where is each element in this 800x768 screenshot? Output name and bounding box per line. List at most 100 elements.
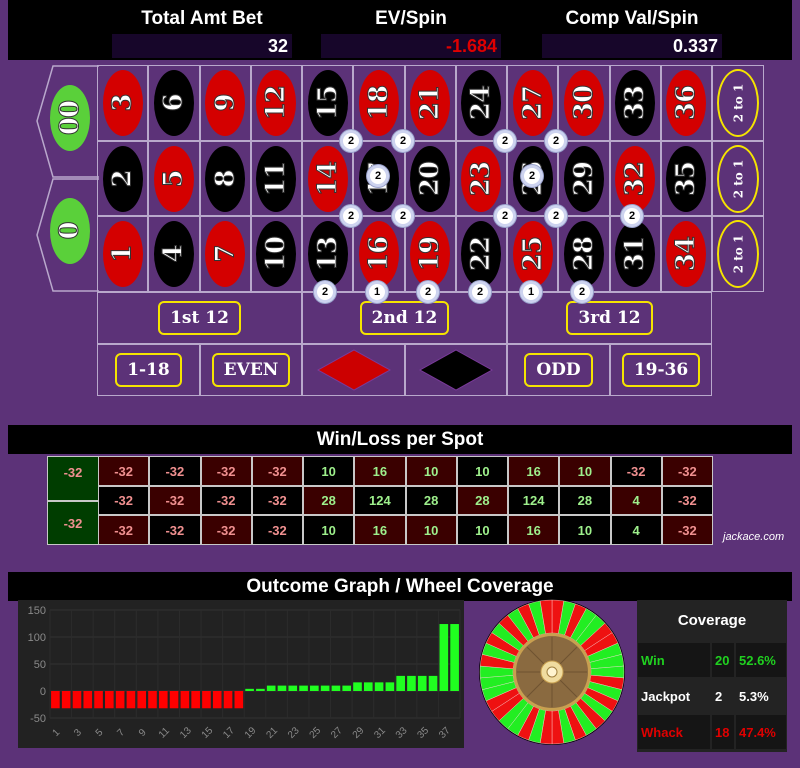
bet-chip[interactable]: 2 — [469, 281, 491, 303]
number-14: 14 — [307, 145, 348, 212]
bet-spot-23[interactable]: 23 — [455, 141, 507, 216]
black-diamond-icon — [419, 349, 493, 391]
bar — [212, 691, 222, 709]
bet-spot-34[interactable]: 34 — [660, 216, 712, 292]
bet-spot-12[interactable]: 12 — [250, 65, 302, 141]
bar — [428, 675, 438, 691]
bet-spot-00[interactable]: 00 — [50, 80, 90, 156]
winloss-cell: 10 — [303, 456, 355, 486]
bet-chip[interactable]: 2 — [314, 281, 336, 303]
bet-chip[interactable]: 1 — [520, 281, 542, 303]
bet-chip[interactable]: 2 — [340, 205, 362, 227]
coverage-label: Win — [638, 643, 710, 677]
bet-spot-27[interactable]: 27 — [507, 65, 559, 141]
y-tick-label: 0 — [40, 686, 46, 698]
bet-chip[interactable]: 2 — [521, 165, 543, 187]
winloss-cell: 16 — [354, 515, 406, 545]
bet-spot-20[interactable]: 20 — [404, 141, 456, 216]
number-31: 31 — [615, 221, 656, 287]
x-tick-label: 13 — [178, 725, 194, 741]
bet-chip[interactable]: 2 — [367, 165, 389, 187]
bet-spot-6[interactable]: 6 — [148, 65, 200, 141]
bet-spot-8[interactable]: 8 — [199, 141, 251, 216]
bar — [353, 682, 362, 691]
bet-1-18[interactable]: 1-18 — [97, 344, 200, 396]
number-29: 29 — [563, 145, 604, 212]
bet-black[interactable] — [405, 344, 507, 396]
bet-odd[interactable]: ODD — [507, 344, 610, 396]
bet-even[interactable]: EVEN — [200, 344, 302, 396]
number-18: 18 — [358, 70, 399, 136]
bet-spot-33[interactable]: 33 — [609, 65, 661, 141]
bet-chip[interactable]: 1 — [366, 281, 388, 303]
bet-spot-15[interactable]: 15 — [302, 65, 354, 141]
bet-chip[interactable]: 2 — [571, 281, 593, 303]
bet-red[interactable] — [302, 344, 405, 396]
number-5: 5 — [153, 145, 194, 212]
bet-spot-30[interactable]: 30 — [558, 65, 610, 141]
comp-val-spin: Comp Val/Spin 0.337 — [542, 0, 722, 58]
bet-chip[interactable]: 2 — [494, 205, 516, 227]
x-tick-label: 27 — [329, 725, 345, 741]
bet-spot-1[interactable]: 1 — [97, 216, 149, 292]
coverage-title: Coverage — [677, 612, 747, 629]
bet-spot-5[interactable]: 5 — [148, 141, 200, 216]
number-7: 7 — [205, 221, 246, 287]
winloss-cell: -32 — [200, 515, 252, 545]
bar — [51, 691, 60, 709]
y-tick-label: 150 — [28, 605, 46, 617]
brand-link[interactable]: jackace.com — [723, 531, 784, 543]
bet-chip[interactable]: 2 — [392, 130, 414, 152]
bet-spot-35[interactable]: 35 — [660, 141, 712, 216]
bet-spot-0[interactable]: 0 — [50, 193, 90, 269]
x-tick-label: 29 — [351, 725, 367, 741]
number-11: 11 — [256, 145, 297, 212]
column-bet-bottom[interactable]: 2 to 1 — [712, 216, 764, 292]
winloss-cell: 10 — [405, 515, 457, 545]
x-tick-label: 37 — [437, 725, 453, 741]
bet-19-36[interactable]: 19-36 — [610, 344, 712, 396]
winloss-cell: 28 — [456, 486, 508, 515]
ev-spin-value: -1.684 — [321, 34, 501, 58]
bet-spot-29[interactable]: 29 — [558, 141, 610, 216]
bet-spot-7[interactable]: 7 — [199, 216, 251, 292]
bet-spot-36[interactable]: 36 — [660, 65, 712, 141]
winloss-cell: -32 — [98, 515, 150, 545]
winloss-cell: 28 — [559, 486, 611, 515]
bet-spot-24[interactable]: 24 — [455, 65, 507, 141]
bet-spot-3[interactable]: 3 — [97, 65, 149, 141]
bar — [396, 675, 405, 691]
column-bet-top[interactable]: 2 to 1 — [712, 65, 764, 141]
bet-chip[interactable]: 2 — [417, 281, 439, 303]
coverage-count: 18 — [712, 715, 734, 749]
number-9: 9 — [205, 70, 246, 136]
column-bet-middle[interactable]: 2 to 1 — [712, 141, 764, 216]
bet-spot-2[interactable]: 2 — [97, 141, 149, 216]
bet-chip[interactable]: 2 — [621, 205, 643, 227]
number-00: 00 — [50, 85, 90, 151]
bet-spot-31[interactable]: 31 — [609, 216, 661, 292]
bet-spot-21[interactable]: 21 — [404, 65, 456, 141]
x-tick-label: 3 — [72, 727, 84, 739]
number-24: 24 — [461, 70, 502, 136]
winloss-cell: 4 — [610, 515, 662, 545]
bet-chip[interactable]: 2 — [340, 130, 362, 152]
bet-spot-10[interactable]: 10 — [250, 216, 302, 292]
number-21: 21 — [410, 70, 451, 136]
bet-spot-9[interactable]: 9 — [199, 65, 251, 141]
number-35: 35 — [666, 145, 707, 212]
number-20: 20 — [410, 145, 451, 212]
bar — [256, 688, 265, 691]
bet-chip[interactable]: 2 — [392, 205, 414, 227]
bet-chip[interactable]: 2 — [545, 205, 567, 227]
roulette-table: 00 0 36912151821242730333625811141720232… — [0, 60, 800, 400]
bet-chip[interactable]: 2 — [494, 130, 516, 152]
bet-spot-18[interactable]: 18 — [353, 65, 405, 141]
dozen-1st[interactable]: 1st 12 — [97, 292, 302, 344]
wheel-coverage — [479, 599, 625, 745]
bar — [126, 691, 136, 709]
bet-spot-11[interactable]: 11 — [250, 141, 302, 216]
bet-spot-14[interactable]: 14 — [302, 141, 354, 216]
bet-spot-4[interactable]: 4 — [148, 216, 200, 292]
bet-chip[interactable]: 2 — [545, 130, 567, 152]
